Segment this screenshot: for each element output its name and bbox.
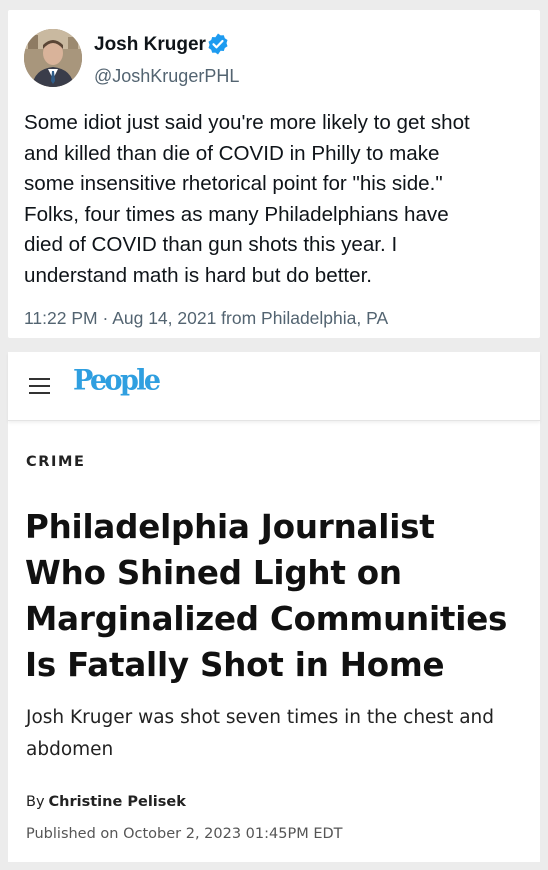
article-card: People CRIME Philadelphia Journalist Who… xyxy=(8,352,540,862)
article-headline: Philadelphia Journalist Who Shined Light… xyxy=(25,504,535,688)
byline-prefix: By xyxy=(26,794,45,810)
hamburger-menu-icon[interactable] xyxy=(29,378,50,394)
tweet-timestamp[interactable]: 11:22 PM · Aug 14, 2021 from Philadelphi… xyxy=(24,308,388,329)
verified-badge-icon xyxy=(208,33,228,55)
headline-line: Philadelphia Journalist xyxy=(25,508,435,546)
headline-line: Is Fatally Shot in Home xyxy=(25,646,445,684)
subheadline-line: abdomen xyxy=(26,739,114,760)
site-header: People xyxy=(8,352,540,421)
tweet-text: Some idiot just said you're more likely … xyxy=(24,108,529,291)
tweet-card: Josh Kruger @JoshKrugerPHL Some idiot ju… xyxy=(8,10,540,338)
subheadline-line: Josh Kruger was shot seven times in the … xyxy=(26,707,495,728)
headline-line: Marginalized Communities xyxy=(25,600,508,638)
tweet-text-line: and killed than die of COVID in Philly t… xyxy=(24,141,440,165)
tweet-text-line: Some idiot just said you're more likely … xyxy=(24,111,470,134)
author-name[interactable]: Josh Kruger xyxy=(94,34,206,56)
byline: By Christine Pelisek xyxy=(26,794,186,810)
tweet-text-line: some insensitive rhetorical point for "h… xyxy=(24,172,443,195)
tweet-text-line: Folks, four times as many Philadelphians… xyxy=(24,202,449,226)
article-subheadline: Josh Kruger was shot seven times in the … xyxy=(26,702,526,766)
avatar[interactable] xyxy=(24,29,82,87)
tweet-text-line: died of COVID than gun shots this year. … xyxy=(24,233,398,256)
published-date: Published on October 2, 2023 01:45PM EDT xyxy=(26,826,343,842)
avatar-image xyxy=(24,29,82,87)
author-link[interactable]: Christine Pelisek xyxy=(49,794,186,810)
headline-line: Who Shined Light on xyxy=(25,554,402,592)
category-label[interactable]: CRIME xyxy=(26,454,86,470)
site-logo[interactable]: People xyxy=(73,364,161,397)
author-handle[interactable]: @JoshKrugerPHL xyxy=(94,66,239,87)
tweet-text-line: understand math is hard but do better. xyxy=(24,263,373,287)
